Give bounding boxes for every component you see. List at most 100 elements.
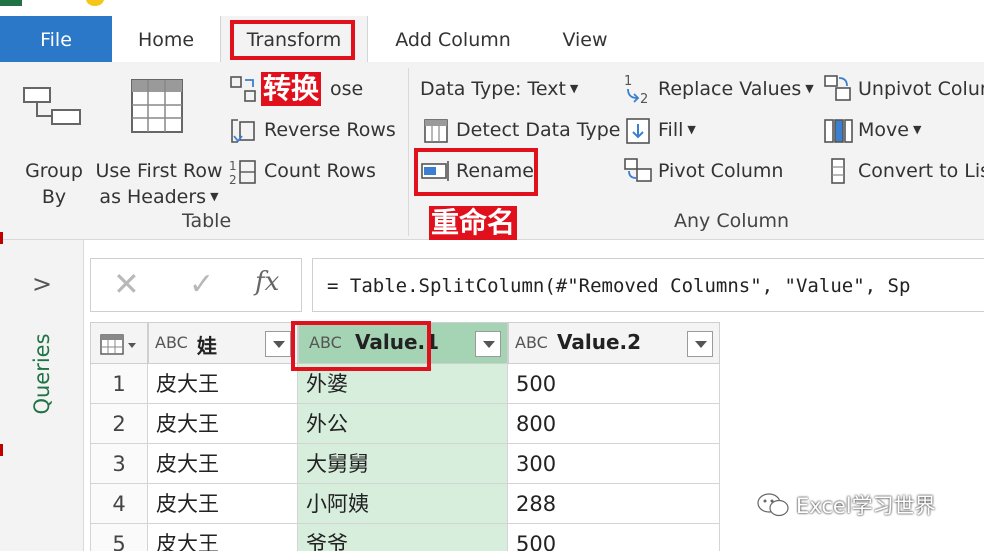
table-cell[interactable]: 500 [508,524,720,551]
replace-values-dropdown[interactable]: Replace Values ▼ [658,78,814,100]
svg-text:1: 1 [229,159,237,173]
move-label: Move [858,119,909,141]
table-cell[interactable]: 300 [508,444,720,484]
formula-input[interactable]: = Table.SplitColumn(#"Removed Columns", … [312,258,984,312]
reverse-rows-icon [231,119,255,143]
replace-values-icon: 1 2 [624,74,648,106]
app-logo-icon [0,0,22,6]
table-row: 4 皮大王 小阿姨 288 [90,484,720,524]
formula-buttons: ✕ ✓ fx [90,258,302,312]
user-avatar-icon [86,0,104,6]
table-cell[interactable]: 皮大王 [148,364,298,404]
watermark-text: Excel学习世界 [796,494,936,518]
value1-header-highlight [291,321,431,371]
column-name: 娃 [197,334,217,358]
move-dropdown[interactable]: Move ▼ [858,119,921,141]
table-row: 5 皮大王 爷爷 500 [90,524,720,551]
any-column-group-label: Any Column [674,210,790,232]
use-first-row-button[interactable]: Use First Row as Headers ▼ [94,76,224,208]
wechat-icon [757,493,789,517]
table-header-icon [131,79,183,133]
fill-label: Fill [658,119,684,141]
expand-chevron-icon[interactable]: > [32,270,52,298]
group-by-label-line2: By [41,186,67,208]
group-by-icon [23,87,81,125]
transform-annotation: 转换 [261,72,322,106]
data-type-label: Data Type: Text [420,78,566,100]
table-cell[interactable]: 外公 [298,404,508,444]
detect-data-type-icon [424,119,448,143]
convert-to-list-icon [831,158,845,184]
group-by-button[interactable]: Group By [16,76,92,208]
table-menu-button[interactable] [90,322,148,364]
commit-icon[interactable]: ✓ [189,267,214,302]
transpose-icon [230,76,256,102]
use-first-row-label: Use First Row [95,160,223,182]
table-cell[interactable]: 800 [508,404,720,444]
chevron-down-icon: ▼ [805,82,814,95]
table-icon [100,334,136,355]
queries-pane-label[interactable]: Queries [30,324,54,424]
chevron-down-icon: ▼ [687,123,696,136]
table-cell[interactable]: 皮大王 [148,444,298,484]
watermark: Excel学习世界 [756,490,936,520]
tab-home[interactable]: Home [120,16,212,62]
count-rows-button[interactable]: Count Rows [264,160,376,182]
title-strip [0,0,984,16]
move-icon [824,119,853,143]
svg-text:2: 2 [229,173,237,187]
convert-to-list-button[interactable]: Convert to Lis [858,160,984,182]
ribbon-tab-bar: File Home Transform Add Column View [0,16,984,62]
edge-mark [0,232,3,244]
replace-values-label: Replace Values [658,78,802,100]
group-separator [408,68,409,236]
table-cell[interactable]: 皮大王 [148,484,298,524]
queries-pane: > Queries [0,240,84,551]
table-cell[interactable]: 皮大王 [148,404,298,444]
unpivot-columns-icon [824,75,851,101]
table-cell[interactable]: 大舅舅 [298,444,508,484]
text-type-icon: ABC [155,333,188,352]
chevron-down-icon: ▼ [569,82,579,95]
reverse-rows-button[interactable]: Reverse Rows [264,119,396,141]
fill-dropdown[interactable]: Fill ▼ [658,119,696,141]
table-cell[interactable]: 小阿姨 [298,484,508,524]
tab-file[interactable]: File [0,16,112,62]
row-number[interactable]: 3 [90,444,148,484]
filter-dropdown-icon[interactable] [475,331,501,357]
unpivot-columns-dropdown[interactable]: Unpivot Colum [858,78,984,100]
pivot-column-button[interactable]: Pivot Column [658,160,783,182]
column-header-3[interactable]: ABC Value.2 [508,322,720,364]
svg-text:2: 2 [640,92,648,106]
filter-dropdown-icon[interactable] [687,331,713,357]
tab-add-column[interactable]: Add Column [383,16,523,62]
row-number[interactable]: 1 [90,364,148,404]
count-rows-icon: 1 2 [229,159,256,187]
row-number[interactable]: 4 [90,484,148,524]
row-number[interactable]: 5 [90,524,148,551]
tab-view[interactable]: View [545,16,625,62]
table-row: 3 皮大王 大舅舅 300 [90,444,720,484]
fx-icon[interactable]: fx [255,267,279,297]
table-group-label: Table [182,210,232,232]
data-type-dropdown[interactable]: Data Type: Text ▼ [420,78,578,100]
table-cell[interactable]: 皮大王 [148,524,298,551]
group-by-label: Group [25,160,83,182]
rename-annotation: 重命名 [429,206,518,240]
chevron-down-icon: ▼ [912,123,922,136]
row-number[interactable]: 2 [90,404,148,444]
table-cell[interactable]: 爷爷 [298,524,508,551]
use-first-row-label-line2: as Headers [99,186,207,208]
pivot-column-icon [624,158,652,182]
fill-down-icon [626,118,650,144]
chevron-down-icon: ▼ [210,190,219,203]
cancel-icon[interactable]: ✕ [113,265,140,303]
edge-mark [0,444,3,456]
detect-data-type-button[interactable]: Detect Data Type [456,119,620,141]
filter-dropdown-icon[interactable] [265,331,291,357]
table-cell[interactable]: 288 [508,484,720,524]
column-header-1[interactable]: ABC 娃 [148,322,298,364]
transpose-button-label[interactable]: ose [330,78,363,100]
rename-highlight [414,148,538,196]
table-cell[interactable]: 500 [508,364,720,404]
